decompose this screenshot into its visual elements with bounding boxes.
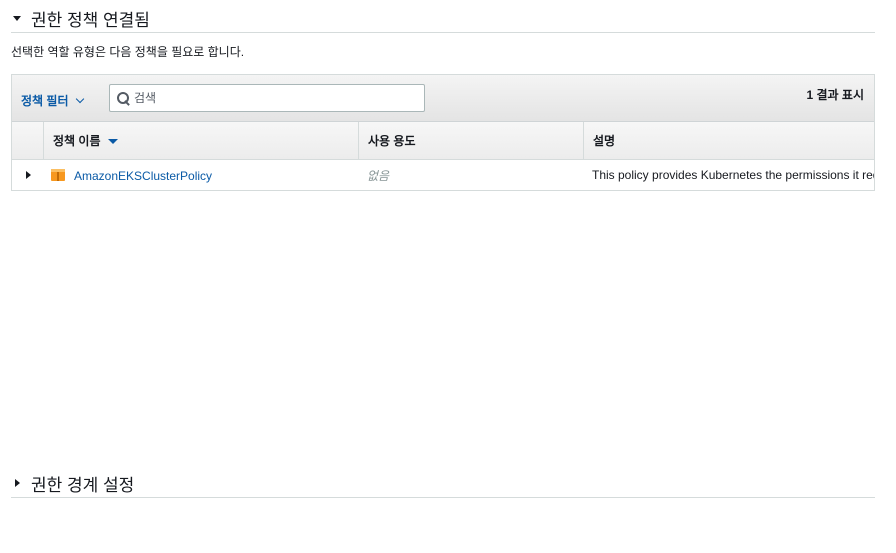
row-expand-toggle[interactable] <box>12 160 43 190</box>
section-title: 권한 정책 연결됨 <box>31 10 150 30</box>
column-header-policy-name[interactable]: 정책 이름 <box>43 122 358 159</box>
column-header-description[interactable]: 설명 <box>583 122 874 159</box>
policy-name-link[interactable]: AmazonEKSClusterPolicy <box>74 169 212 183</box>
search-icon <box>116 91 131 106</box>
policy-filter-label: 정책 필터 <box>21 94 69 108</box>
policy-name-cell: AmazonEKSClusterPolicy <box>43 160 358 190</box>
policy-filter-dropdown[interactable]: 정책 필터 <box>21 92 84 109</box>
policy-table-panel: 정책 필터 1 결과 표시 정책 이름 사용 용도 설명 AmazonEKSCl… <box>11 74 875 191</box>
table-header: 정책 이름 사용 용도 설명 <box>12 122 874 160</box>
column-header-label: 설명 <box>593 134 616 148</box>
section-description: 선택한 역할 유형은 다음 정책을 필요로 합니다. <box>11 45 245 59</box>
column-header-label: 정책 이름 <box>53 134 101 148</box>
aws-managed-policy-icon <box>50 167 66 183</box>
column-header-label: 사용 용도 <box>368 134 416 148</box>
section-title: 권한 경계 설정 <box>31 475 135 495</box>
caret-down-icon[interactable] <box>11 12 23 24</box>
chevron-down-icon <box>75 94 84 104</box>
caret-right-icon[interactable] <box>11 477 23 489</box>
caret-right-icon[interactable] <box>26 171 31 179</box>
search-input[interactable] <box>134 91 414 105</box>
expand-column-header <box>12 122 43 159</box>
permissions-boundary-header[interactable]: 권한 경계 설정 <box>11 469 875 498</box>
attached-policies-header[interactable]: 권한 정책 연결됨 <box>11 4 875 33</box>
column-header-usage[interactable]: 사용 용도 <box>358 122 583 159</box>
policy-description-cell: This policy provides Kubernetes the perm… <box>592 168 874 182</box>
search-box[interactable] <box>109 84 425 112</box>
sort-descending-icon[interactable] <box>107 139 118 144</box>
result-count: 1 결과 표시 <box>806 88 864 102</box>
table-toolbar: 정책 필터 1 결과 표시 <box>12 75 874 122</box>
policy-usage-cell: 없음 <box>367 168 390 183</box>
table-row[interactable]: AmazonEKSClusterPolicy 없음 This policy pr… <box>12 160 874 191</box>
